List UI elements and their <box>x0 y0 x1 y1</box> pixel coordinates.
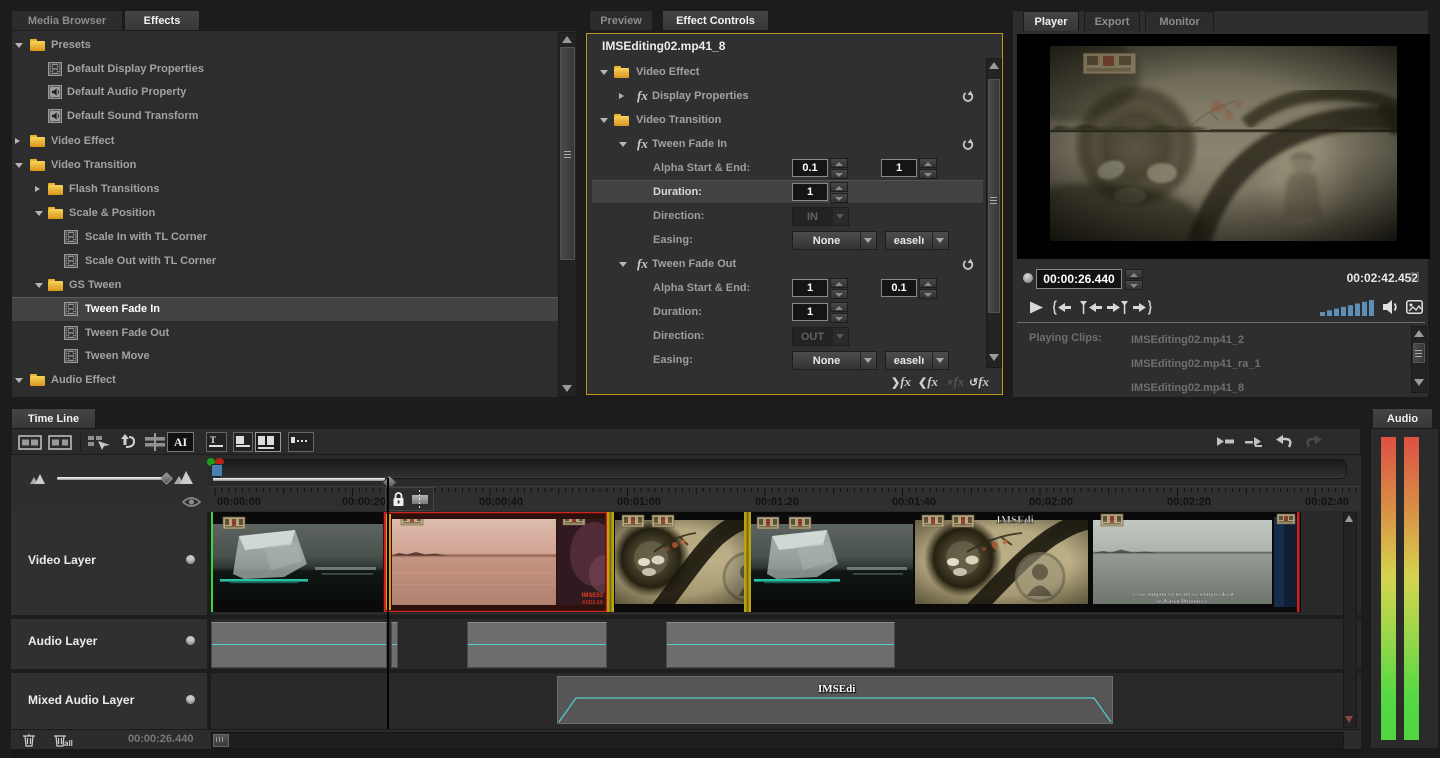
svg-text:all: all <box>64 739 73 748</box>
svg-text:IMSEdi: IMSEdi <box>996 514 1033 526</box>
svg-text:IMSE03: IMSE03 <box>582 593 604 599</box>
svg-text:in Asmat Provinces.: in Asmat Provinces. <box>1157 599 1210 605</box>
svg-text:s saa zonjam sa ns on sa zangq: s saa zonjam sa ns on sa zangqsisksat <box>1132 592 1234 598</box>
